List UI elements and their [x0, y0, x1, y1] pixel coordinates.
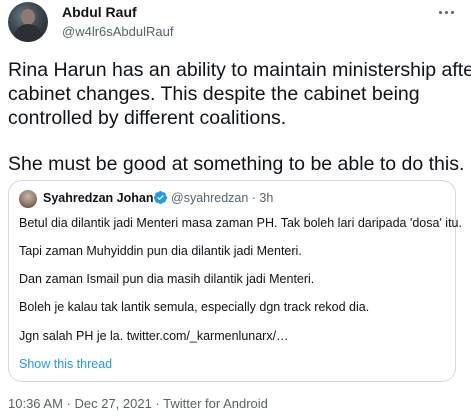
quoted-author-meta: @syahredzan · 3h	[171, 191, 274, 205]
author-name[interactable]: Abdul Rauf	[62, 4, 137, 20]
tweet-line: Rina Harun has an ability to maintain mi…	[8, 59, 471, 81]
author-handle[interactable]: @w4lr6sAbdulRauf	[62, 24, 173, 39]
dot	[439, 11, 442, 14]
quoted-line: Betul dia dilantik jadi Menteri masa zam…	[19, 216, 462, 230]
tweet-line: She must be good at something to be able…	[8, 153, 465, 175]
quoted-line: Tapi zaman Muhyiddin pun dia dilantik ja…	[19, 244, 302, 258]
quoted-line: Dan zaman Ismail pun dia masih dilantik …	[19, 272, 315, 286]
more-options-icon[interactable]	[437, 6, 457, 20]
quoted-author-name: Syahredzan Johan	[43, 191, 154, 205]
avatar-body-shape	[14, 24, 42, 42]
tweet-header: Abdul Rauf @w4lr6sAbdulRauf	[8, 0, 463, 48]
author-avatar[interactable]	[8, 2, 48, 42]
quoted-tweet-card[interactable]: Syahredzan Johan @syahredzan · 3h Betul …	[8, 180, 462, 382]
quoted-author-avatar	[19, 190, 37, 208]
dot	[445, 11, 448, 14]
quoted-line: Jgn salah PH je la. twitter.com/_karmenl…	[19, 329, 289, 343]
quoted-line: Boleh je kalau tak lantik semula, especi…	[19, 300, 370, 314]
tweet-line: controlled by different coalitions.	[8, 107, 287, 129]
tweet-timestamp[interactable]: 10:36 AM · Dec 27, 2021 · Twitter for An…	[8, 396, 268, 411]
avatar-head-shape	[21, 9, 35, 25]
verified-badge-icon	[153, 190, 168, 205]
dot	[451, 11, 454, 14]
tweet-text: Rina Harun has an ability to maintain mi…	[8, 58, 471, 176]
tweet-line: cabinet changes. This despite the cabine…	[8, 83, 420, 105]
show-thread-link[interactable]: Show this thread	[19, 357, 112, 371]
